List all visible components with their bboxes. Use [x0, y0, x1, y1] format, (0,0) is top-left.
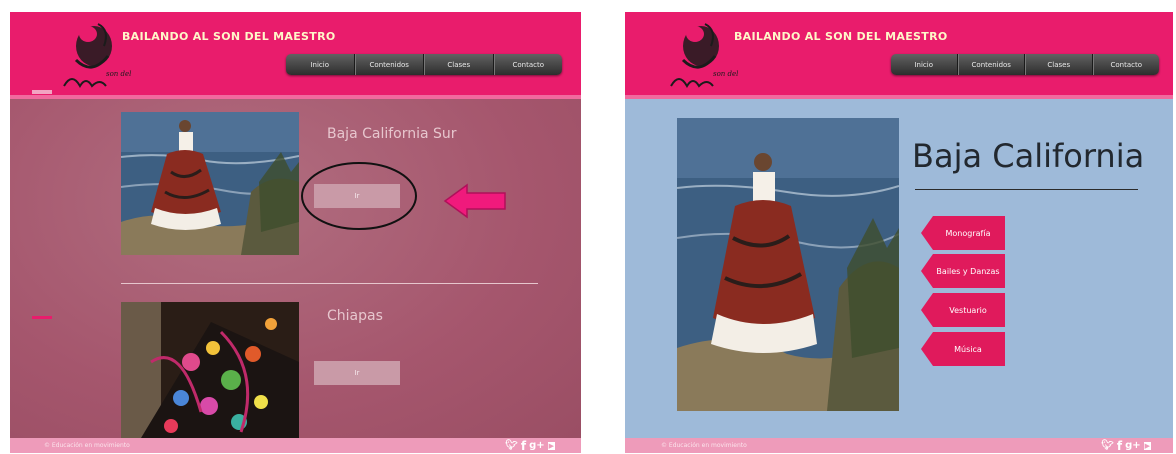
site-title[interactable]: BAILANDO AL SON DEL MAESTRO [122, 30, 336, 43]
twitter-icon[interactable]: 🐦︎ [505, 440, 518, 451]
left-page-screenshot: son del BAILANDO AL SON DEL MAESTRO Inic… [10, 12, 581, 453]
facebook-icon[interactable]: f [1117, 439, 1122, 453]
baja-california-photo[interactable] [677, 118, 899, 411]
social-links: 🐦︎ f g+ ▶ [1101, 439, 1151, 453]
nav-inicio[interactable]: Inicio [891, 54, 958, 75]
svg-text:son del: son del [106, 70, 131, 78]
nav-contacto[interactable]: Contacto [493, 54, 563, 75]
youtube-icon[interactable]: ▶ [547, 441, 555, 450]
site-title[interactable]: BAILANDO AL SON DEL MAESTRO [734, 30, 948, 43]
site-header: son del BAILANDO AL SON DEL MAESTRO Inic… [10, 12, 581, 95]
google-plus-icon[interactable]: g+ [529, 440, 545, 451]
site-header: son del BAILANDO AL SON DEL MAESTRO Inic… [625, 12, 1173, 95]
baja-california-sur-photo[interactable] [121, 112, 299, 255]
nav-inicio[interactable]: Inicio [286, 54, 355, 75]
menu-label: Vestuario [949, 305, 987, 315]
main-nav: Inicio Contenidos Clases Contacto [286, 54, 562, 75]
twitter-icon[interactable]: 🐦︎ [1101, 440, 1114, 451]
states-list: Baja California Sur Ir Chiapas Ir [10, 99, 581, 438]
state-detail: Baja California Monografía Bailes y Danz… [625, 99, 1173, 438]
google-plus-icon[interactable]: g+ [1125, 440, 1141, 451]
state-title: Baja California Sur [327, 126, 457, 142]
chiapas-photo[interactable] [121, 302, 299, 438]
nav-contenidos[interactable]: Contenidos [354, 54, 424, 75]
ir-button[interactable]: Ir [314, 361, 400, 385]
annotation-arrow-icon [443, 183, 506, 219]
youtube-icon[interactable]: ▶ [1143, 441, 1151, 450]
page-title: Baja California [912, 137, 1145, 175]
facebook-icon[interactable]: f [521, 439, 526, 453]
nav-clases[interactable]: Clases [1025, 54, 1093, 75]
state-title: Chiapas [327, 308, 383, 324]
bailes-y-danzas-button[interactable]: Bailes y Danzas [921, 254, 1005, 288]
nav-contenidos[interactable]: Contenidos [957, 54, 1025, 75]
main-nav: Inicio Contenidos Clases Contacto [891, 54, 1159, 75]
menu-label: Monografía [945, 228, 991, 238]
nav-clases[interactable]: Clases [424, 54, 494, 75]
site-footer: © Educación en movimiento 🐦︎ f g+ ▶ [625, 438, 1173, 453]
logo[interactable]: son del [58, 16, 134, 92]
right-page-screenshot: son del BAILANDO AL SON DEL MAESTRO Inic… [625, 12, 1173, 453]
section-divider [121, 283, 538, 284]
nav-contacto[interactable]: Contacto [1092, 54, 1160, 75]
footer-text: © Educación en movimiento [44, 442, 130, 449]
title-underline [915, 189, 1138, 190]
social-links: 🐦︎ f g+ ▶ [505, 439, 555, 453]
side-marker [32, 316, 52, 319]
svg-text:son del: son del [713, 70, 738, 78]
footer-text: © Educación en movimiento [661, 442, 747, 449]
monografia-button[interactable]: Monografía [921, 216, 1005, 250]
logo[interactable]: son del [665, 16, 741, 92]
site-footer: © Educación en movimiento 🐦︎ f g+ ▶ [10, 438, 581, 453]
menu-label: Bailes y Danzas [936, 266, 1000, 276]
side-marker [32, 90, 52, 94]
musica-button[interactable]: Música [921, 332, 1005, 366]
vestuario-button[interactable]: Vestuario [921, 293, 1005, 327]
annotation-circle [301, 162, 417, 230]
menu-label: Música [954, 344, 982, 354]
